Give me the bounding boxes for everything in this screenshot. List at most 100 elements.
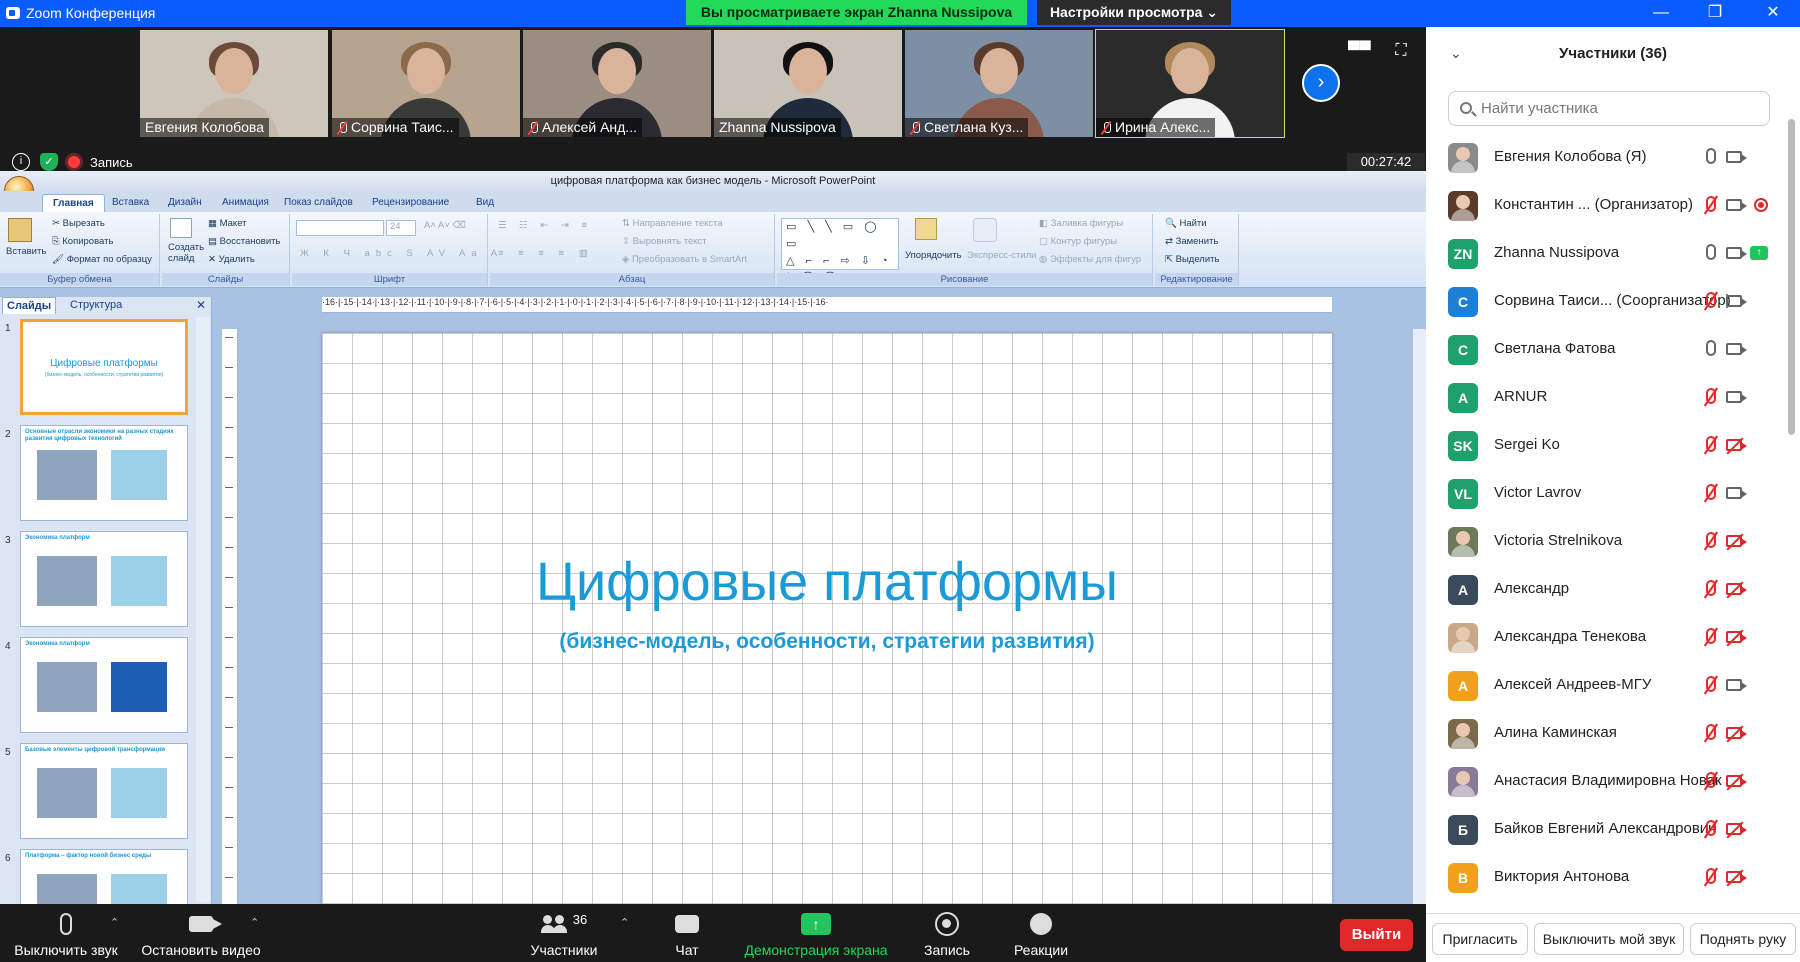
participant-row[interactable]: Victoria Strelnikova	[1426, 517, 1800, 565]
video-camera-icon[interactable]	[1726, 195, 1747, 215]
participants-button[interactable]: 36 Участники	[522, 910, 606, 959]
participant-row[interactable]: VL Victor Lavrov	[1426, 469, 1800, 517]
participant-row[interactable]: Александра Тенекова	[1426, 613, 1800, 661]
participant-row[interactable]: С Светлана Фатова	[1426, 325, 1800, 373]
microphone-muted-icon[interactable]	[1702, 819, 1720, 839]
participant-row[interactable]: SK Sergei Ko	[1426, 421, 1800, 469]
participant-row[interactable]: ZN Zhanna Nussipova ↑	[1426, 229, 1800, 277]
microphone-icon[interactable]	[1702, 339, 1720, 359]
record-button[interactable]: Запись	[912, 910, 982, 958]
slide-scrollbar[interactable]	[1413, 329, 1426, 904]
slide-thumbnail[interactable]: Экономика платформ	[20, 531, 188, 627]
shapes-gallery[interactable]: ▭ ╲ ╲ ▭ ◯ ▭△ ⌐ ⌐ ⇨ ⇩ ◔⌇ ⌒ ⌒ { } ☆	[781, 218, 899, 284]
reactions-button[interactable]: Реакции	[1002, 910, 1080, 958]
participant-row[interactable]: A Александр	[1426, 565, 1800, 613]
audio-options-caret-icon[interactable]: ⌃	[110, 916, 119, 929]
invite-button[interactable]: Пригласить	[1432, 923, 1528, 955]
participant-row[interactable]: A ARNUR	[1426, 373, 1800, 421]
font-style-buttons[interactable]: Ж К Ч abc S AV Aa A	[300, 248, 503, 259]
video-off-icon[interactable]	[1726, 771, 1747, 791]
video-off-icon[interactable]	[1726, 531, 1747, 551]
video-tile[interactable]: Евгения Колобова	[140, 30, 328, 137]
replace-button[interactable]: ⇄ Заменить	[1165, 236, 1218, 247]
ribbon-tab[interactable]: Вставка	[102, 194, 159, 212]
shape-effects-button[interactable]: ◍ Эффекты для фигур	[1039, 254, 1141, 265]
ribbon-tab[interactable]: Главная	[42, 194, 105, 212]
ribbon-tab[interactable]: Вид	[466, 194, 504, 212]
arrange-button[interactable]: Упорядочить	[905, 250, 962, 261]
list-buttons[interactable]: ☰ ☷ ⇤ ⇥ ≡	[498, 220, 592, 231]
ribbon-tab[interactable]: Рецензирование	[362, 194, 459, 212]
raise-hand-button[interactable]: Поднять руку	[1690, 923, 1796, 955]
restore-button[interactable]: ❐	[1688, 0, 1742, 27]
chat-button[interactable]: Чат	[662, 910, 712, 958]
ribbon-tab[interactable]: Показ слайдов	[274, 194, 363, 212]
microphone-muted-icon[interactable]	[1702, 867, 1720, 887]
cut-button[interactable]: ✂ Вырезать	[52, 218, 105, 229]
mute-button[interactable]: Выключить звук	[10, 910, 122, 958]
shape-fill-button[interactable]: ◧ Заливка фигуры	[1039, 218, 1123, 229]
share-screen-button[interactable]: ↑ Демонстрация экрана	[740, 910, 892, 958]
video-off-icon[interactable]	[1726, 723, 1747, 743]
slide-title[interactable]: Цифровые платформы	[322, 551, 1332, 613]
stop-video-button[interactable]: Остановить видео	[138, 910, 264, 958]
microphone-muted-icon[interactable]	[1702, 387, 1720, 407]
microphone-muted-icon[interactable]	[1702, 771, 1720, 791]
video-camera-icon[interactable]	[1726, 483, 1747, 503]
leave-button[interactable]: Выйти	[1340, 919, 1413, 951]
current-slide[interactable]: Цифровые платформы (бизнес-модель, особе…	[322, 333, 1332, 904]
ribbon-tab[interactable]: Дизайн	[158, 194, 212, 212]
align-buttons[interactable]: ≡ ≡ ≡ ≡ ▥	[498, 248, 594, 259]
video-off-icon[interactable]	[1726, 435, 1747, 455]
video-camera-icon[interactable]	[1726, 387, 1747, 407]
participants-caret-icon[interactable]: ⌃	[620, 916, 629, 929]
slide-thumbnail[interactable]: Базовые элементы цифровой трансформации	[20, 743, 188, 839]
participant-row[interactable]: Константин ... (Организатор)	[1426, 181, 1800, 229]
ribbon-tab[interactable]: Анимация	[212, 194, 279, 212]
video-off-icon[interactable]	[1726, 627, 1747, 647]
participant-row[interactable]: Анастасия Владимировна Новак	[1426, 757, 1800, 805]
video-tile[interactable]: Алексей Анд...	[523, 30, 711, 137]
shape-outline-button[interactable]: ▢ Контур фигуры	[1039, 236, 1117, 247]
layout-button[interactable]: ▦ Макет	[208, 218, 247, 229]
microphone-muted-icon[interactable]	[1702, 291, 1720, 311]
paste-button[interactable]: Вставить	[6, 246, 46, 257]
view-options-button[interactable]: Настройки просмотра ⌄	[1037, 0, 1231, 25]
video-off-icon[interactable]	[1726, 819, 1747, 839]
slide-thumbnail[interactable]: Основные отрасли экономики на разных ста…	[20, 425, 188, 521]
new-slide-button[interactable]: Создать слайд	[168, 242, 206, 264]
font-grow-icon[interactable]: A˄ A˅ ⌫	[424, 220, 466, 231]
pane-tab[interactable]: Структура	[66, 297, 126, 314]
delete-slide-button[interactable]: ✕ Удалить	[208, 254, 255, 265]
reset-button[interactable]: ▤ Восстановить	[208, 236, 280, 247]
video-camera-icon[interactable]	[1726, 675, 1747, 695]
video-options-caret-icon[interactable]: ⌃	[250, 916, 259, 929]
minimize-button[interactable]: —	[1634, 0, 1688, 27]
microphone-muted-icon[interactable]	[1702, 675, 1720, 695]
video-camera-icon[interactable]	[1726, 291, 1747, 311]
security-shield-icon[interactable]: ✓	[40, 153, 58, 171]
slides-pane-scrollbar[interactable]	[196, 317, 210, 902]
fullscreen-icon[interactable]: ⛶	[1390, 42, 1412, 60]
microphone-muted-icon[interactable]	[1702, 435, 1720, 455]
microphone-muted-icon[interactable]	[1702, 195, 1720, 215]
participant-row[interactable]: Б Байков Евгений Александрович	[1426, 805, 1800, 853]
slide-subtitle[interactable]: (бизнес-модель, особенности, стратегии р…	[322, 630, 1332, 654]
video-camera-icon[interactable]	[1726, 243, 1747, 263]
find-button[interactable]: 🔍 Найти	[1165, 218, 1207, 229]
video-tile[interactable]: Сорвина Таис...	[332, 30, 520, 137]
format-painter-button[interactable]: 🖌 Формат по образцу	[52, 254, 152, 265]
layout-toggle-icon[interactable]: ▀▀	[1348, 42, 1371, 60]
participant-row[interactable]: Евгения Колобова (Я)	[1426, 133, 1800, 181]
microphone-muted-icon[interactable]	[1702, 627, 1720, 647]
video-tile[interactable]: Zhanna Nussipova	[714, 30, 902, 137]
font-size-select[interactable]: 24	[386, 220, 416, 236]
participant-row[interactable]: Алина Каминская	[1426, 709, 1800, 757]
font-name-select[interactable]	[296, 220, 384, 236]
participant-row[interactable]: С Сорвина Таиси... (Соорганизатор)	[1426, 277, 1800, 325]
copy-button[interactable]: ⎘ Копировать	[52, 236, 113, 247]
video-off-icon[interactable]	[1726, 867, 1747, 887]
video-tile[interactable]: Светлана Куз...	[905, 30, 1093, 137]
microphone-icon[interactable]	[1702, 243, 1720, 263]
participant-row[interactable]: A Алексей Андреев-МГУ	[1426, 661, 1800, 709]
